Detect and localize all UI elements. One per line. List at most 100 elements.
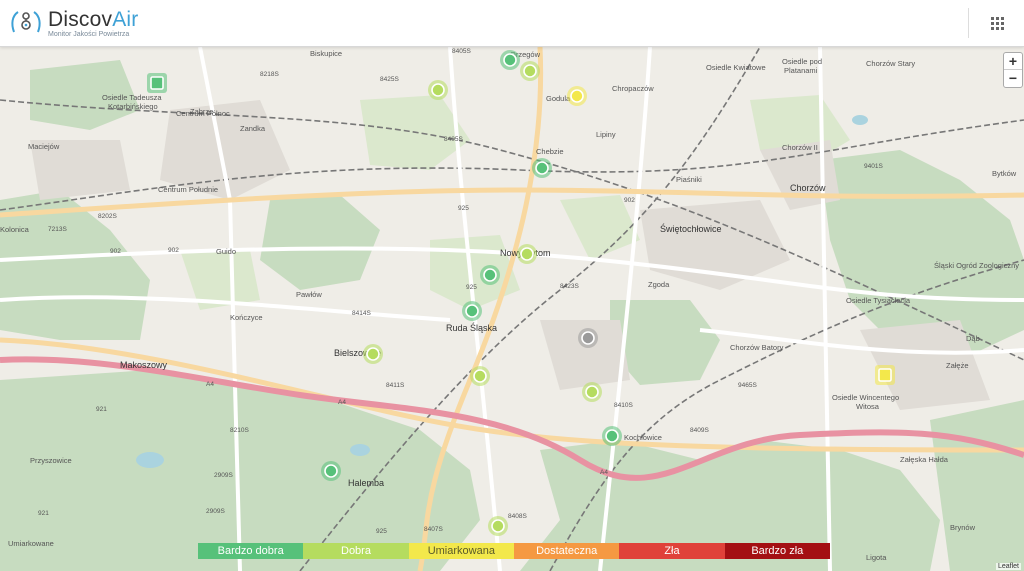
svg-text:Piaśniki: Piaśniki	[676, 175, 702, 184]
station-marker[interactable]: Ruda Śląska — Bardzo dobra	[462, 301, 482, 321]
station-marker[interactable]: Osiedle Tadeusza Kotarbińskiego — Bardzo…	[147, 73, 167, 93]
map-attribution[interactable]: Leaflet	[995, 563, 1021, 570]
station-marker[interactable]: Wirek — Bardzo dobra	[480, 265, 500, 285]
svg-text:Chorzów Batory: Chorzów Batory	[730, 343, 784, 352]
svg-text:8411S: 8411S	[386, 382, 405, 389]
apps-grid-icon[interactable]	[984, 11, 1010, 35]
map-canvas[interactable]: 8405S 8425S 8218S 8405S 8202S 7213S 902 …	[0, 47, 1024, 571]
svg-text:8410S: 8410S	[614, 402, 633, 409]
zoom-control: + −	[1003, 52, 1023, 88]
station-marker[interactable]: Kochłowice — Bardzo dobra	[602, 426, 622, 446]
svg-text:Kończyce: Kończyce	[230, 313, 263, 322]
app-logo[interactable]: DiscovAir Monitor Jakości Powietrza	[8, 6, 158, 42]
svg-text:Osiedle Kwiatowe: Osiedle Kwiatowe	[706, 63, 766, 72]
svg-text:Dąb: Dąb	[966, 334, 980, 343]
brand-name: DiscovAir	[48, 9, 138, 31]
station-marker[interactable]: Chebzie — Bardzo dobra	[532, 158, 552, 178]
app-header: DiscovAir Monitor Jakości Powietrza	[0, 0, 1024, 47]
brand-accent: Air	[112, 8, 139, 31]
svg-text:Kochłowice: Kochłowice	[624, 433, 662, 442]
svg-text:Przyszowice: Przyszowice	[30, 456, 72, 465]
svg-text:902: 902	[110, 248, 121, 255]
station-marker[interactable]: Bielszowice — Dobra	[363, 344, 383, 364]
legend-item: Bardzo zła	[724, 543, 830, 559]
svg-text:Halemba: Halemba	[348, 478, 384, 488]
svg-text:Kolonica: Kolonica	[0, 225, 30, 234]
svg-text:8405S: 8405S	[444, 136, 463, 143]
svg-text:Guido: Guido	[216, 247, 236, 256]
station-marker[interactable]: Godula — Dobra	[428, 80, 448, 100]
svg-text:9465S: 9465S	[738, 382, 757, 389]
legend-item: Dobra	[303, 543, 409, 559]
station-marker[interactable]: Goduli — Umiarkowana	[567, 86, 587, 106]
svg-text:8425S: 8425S	[380, 76, 399, 83]
svg-text:Świętochłowice: Świętochłowice	[660, 223, 722, 234]
svg-text:7213S: 7213S	[48, 226, 67, 233]
svg-text:925: 925	[466, 284, 477, 291]
station-marker[interactable]: Orzegów — Bardzo dobra	[500, 50, 520, 70]
svg-text:Osiedle Tadeusza: Osiedle Tadeusza	[102, 93, 162, 102]
svg-text:Lipiny: Lipiny	[596, 130, 616, 139]
zoom-in-button[interactable]: +	[1004, 53, 1022, 70]
station-marker[interactable]: Ruda Bieleszowice Południe — Dobra	[582, 382, 602, 402]
svg-text:8210S: 8210S	[230, 427, 249, 434]
svg-text:Centrum Północ: Centrum Północ	[176, 109, 230, 118]
svg-text:Centrum Południe: Centrum Południe	[158, 185, 218, 194]
svg-text:925: 925	[458, 205, 469, 212]
svg-text:Biskupice: Biskupice	[310, 49, 342, 58]
legend-item: Umiarkowana	[408, 543, 514, 559]
svg-text:Osiedle Wincentego: Osiedle Wincentego	[832, 393, 899, 402]
svg-text:Ligota: Ligota	[866, 553, 887, 562]
brand-main: Discov	[48, 8, 113, 31]
svg-text:8405S: 8405S	[452, 48, 471, 55]
svg-text:Chorzów Stary: Chorzów Stary	[866, 59, 915, 68]
svg-text:Chropaczów: Chropaczów	[612, 84, 654, 93]
svg-text:902: 902	[624, 197, 635, 204]
station-marker[interactable]: Nowy Bytom — Dobra	[517, 244, 537, 264]
svg-text:8407S: 8407S	[424, 526, 443, 533]
svg-text:Makoszowy: Makoszowy	[120, 360, 168, 370]
air-quality-map[interactable]: 8405S 8425S 8218S 8405S 8202S 7213S 902 …	[0, 47, 1024, 571]
station-marker[interactable]: Halemba — Bardzo dobra	[321, 461, 341, 481]
svg-text:2909S: 2909S	[214, 472, 233, 479]
svg-text:Witosa: Witosa	[856, 402, 880, 411]
legend-item: Zła	[619, 543, 725, 559]
svg-text:921: 921	[38, 510, 49, 517]
svg-text:Kotarbińskiego: Kotarbińskiego	[108, 102, 158, 111]
svg-text:Osiedle pod: Osiedle pod	[782, 57, 822, 66]
svg-text:A4: A4	[206, 381, 214, 388]
svg-text:8409S: 8409S	[690, 427, 709, 434]
zoom-out-button[interactable]: −	[1004, 70, 1022, 86]
svg-text:8408S: 8408S	[508, 513, 527, 520]
svg-text:Załęże: Załęże	[946, 361, 969, 370]
svg-text:8202S: 8202S	[98, 213, 117, 220]
svg-text:Ruda Śląska: Ruda Śląska	[446, 322, 497, 333]
svg-text:8414S: 8414S	[352, 310, 371, 317]
svg-text:Umiarkowane: Umiarkowane	[8, 539, 54, 548]
svg-text:9401S: 9401S	[864, 163, 883, 170]
header-divider	[968, 8, 969, 38]
svg-text:Załęska Hałda: Załęska Hałda	[900, 455, 949, 464]
svg-text:Pawłów: Pawłów	[296, 290, 322, 299]
svg-text:902: 902	[168, 247, 179, 254]
svg-text:Osiedle Tysiąclecia: Osiedle Tysiąclecia	[846, 296, 911, 305]
lungs-logo-icon	[11, 11, 41, 33]
svg-text:Chebzie: Chebzie	[536, 147, 564, 156]
station-marker[interactable]: Osiedle Wincentego Witosa — Umiarkowana	[875, 365, 895, 385]
legend-item: Dostateczna	[513, 543, 620, 559]
svg-text:Platanami: Platanami	[784, 66, 818, 75]
air-quality-legend: Bardzo dobra Dobra Umiarkowana Dostateczna Z…	[198, 543, 830, 559]
station-marker[interactable]: Bykowina — Brak danych	[578, 328, 598, 348]
svg-text:Śląski Ogród Zoologiczny: Śląski Ogród Zoologiczny	[934, 261, 1019, 270]
station-marker[interactable]: Halemba Południe — Dobra	[488, 516, 508, 536]
svg-text:Chorzów II: Chorzów II	[782, 143, 818, 152]
svg-text:Brynów: Brynów	[950, 523, 976, 532]
svg-text:Chorzów: Chorzów	[790, 183, 826, 193]
station-marker[interactable]: Orzegów 2 — Dobra	[520, 61, 540, 81]
brand-tagline: Monitor Jakości Powietrza	[48, 31, 130, 38]
svg-text:A4: A4	[600, 469, 608, 476]
svg-text:8423S: 8423S	[560, 283, 579, 290]
svg-text:8218S: 8218S	[260, 71, 279, 78]
svg-text:Zandka: Zandka	[240, 124, 266, 133]
station-marker[interactable]: Kochłowice Północ — Dobra	[470, 366, 490, 386]
